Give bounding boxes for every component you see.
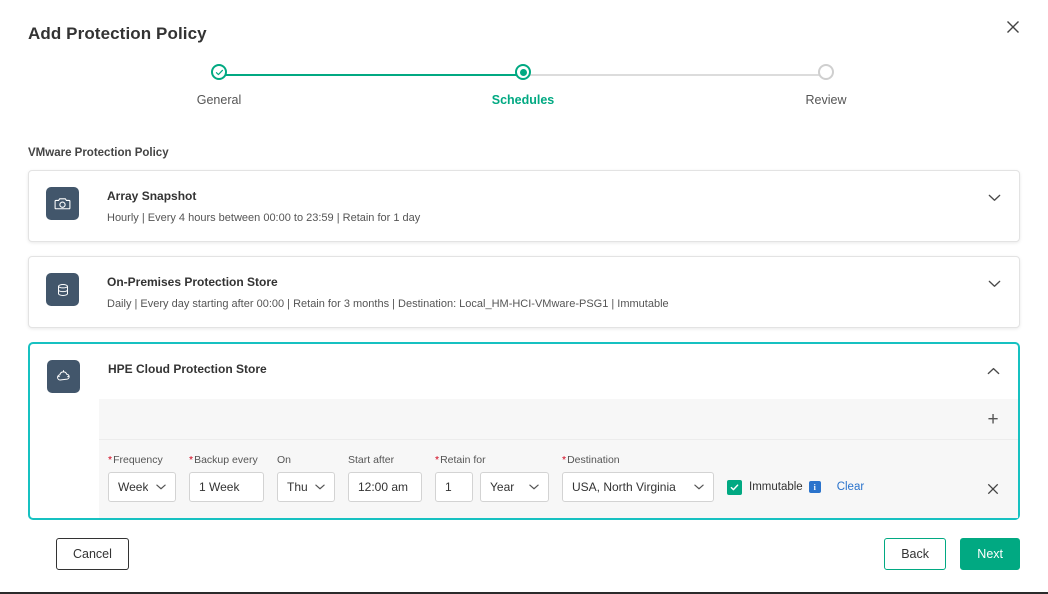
database-icon xyxy=(46,273,79,306)
frequency-select[interactable]: Weekly xyxy=(108,472,176,502)
field-label-retain-for: *Retain for xyxy=(435,454,486,466)
field-label-backup-every: *Backup every xyxy=(189,454,258,466)
card-header[interactable]: Array Snapshot Hourly | Every 4 hours be… xyxy=(29,171,1019,241)
field-destination: *Destination USA, North Virginia xyxy=(562,454,714,502)
cloud-icon xyxy=(47,360,80,393)
destination-value: USA, North Virginia xyxy=(572,480,676,494)
stepper-label-review: Review xyxy=(805,93,847,107)
card-summary: Hourly | Every 4 hours between 00:00 to … xyxy=(107,212,421,224)
camera-icon xyxy=(46,187,79,220)
field-label-start-after: Start after xyxy=(348,454,422,466)
label-text: On xyxy=(277,454,292,466)
on-day-select[interactable]: Thu xyxy=(277,472,335,502)
dialog-footer: Cancel Back Next xyxy=(0,538,1048,570)
immutable-label: Immutable xyxy=(749,481,803,493)
schedule-form-panel: + *Frequency Weekly *Backup every xyxy=(99,399,1018,518)
backup-every-value: 1 Week xyxy=(199,480,240,494)
immutable-checkbox[interactable] xyxy=(727,479,742,495)
filled-dot-icon[interactable] xyxy=(515,64,531,80)
field-label-frequency: *Frequency xyxy=(108,454,163,466)
immutable-group: Immutable i Clear xyxy=(727,472,864,502)
retain-unit-select[interactable]: Year xyxy=(480,472,549,502)
chevron-down-icon[interactable] xyxy=(983,189,1005,207)
retain-for-group: 1 Year xyxy=(435,472,549,502)
card-title: On-Premises Protection Store xyxy=(107,275,278,289)
card-title: Array Snapshot xyxy=(107,189,197,203)
field-frequency: *Frequency Weekly xyxy=(108,454,176,502)
field-retain-for: *Retain for 1 Year xyxy=(435,454,549,502)
label-text: Retain for xyxy=(440,454,486,466)
schedule-form-toolbar: + xyxy=(99,399,1018,440)
clear-link[interactable]: Clear xyxy=(837,481,864,493)
next-button[interactable]: Next xyxy=(960,538,1020,570)
label-text: Start after xyxy=(348,454,395,466)
chevron-down-icon xyxy=(529,484,539,490)
empty-dot-icon[interactable] xyxy=(818,64,834,80)
card-text: HPE Cloud Protection Store xyxy=(108,360,267,377)
frequency-value: Weekly xyxy=(118,480,148,494)
card-header[interactable]: HPE Cloud Protection Store xyxy=(30,344,1018,399)
schedule-card-array-snapshot[interactable]: Array Snapshot Hourly | Every 4 hours be… xyxy=(28,170,1020,242)
chevron-down-icon[interactable] xyxy=(983,275,1005,293)
label-text: Backup every xyxy=(194,454,258,466)
card-summary: Daily | Every day starting after 00:00 |… xyxy=(107,298,669,310)
stepper-step-general[interactable]: General xyxy=(159,62,279,107)
field-label-destination: *Destination xyxy=(562,454,620,466)
stepper-step-review[interactable]: Review xyxy=(766,62,886,107)
info-icon[interactable]: i xyxy=(808,481,821,493)
field-start-after: Start after 12:00 am xyxy=(348,454,422,502)
section-title: VMware Protection Policy xyxy=(28,147,169,159)
add-schedule-button[interactable]: + xyxy=(982,408,1004,430)
chevron-down-icon xyxy=(315,484,325,490)
chevron-down-icon xyxy=(156,484,166,490)
card-title: HPE Cloud Protection Store xyxy=(108,362,267,376)
schedule-row: *Frequency Weekly *Backup every 1 Week xyxy=(99,440,1018,518)
check-icon[interactable] xyxy=(211,64,227,80)
close-icon[interactable] xyxy=(1000,14,1026,40)
start-after-input[interactable]: 12:00 am xyxy=(348,472,422,502)
retain-unit-value: Year xyxy=(490,480,515,494)
card-text: Array Snapshot Hourly | Every 4 hours be… xyxy=(107,187,420,225)
backup-every-input[interactable]: 1 Week xyxy=(189,472,264,502)
retain-for-value: 1 xyxy=(445,480,452,494)
field-label-on: On xyxy=(277,454,335,466)
page-title: Add Protection Policy xyxy=(28,24,207,43)
label-text: Destination xyxy=(567,454,620,466)
card-header[interactable]: On-Premises Protection Store Daily | Eve… xyxy=(29,257,1019,327)
retain-for-input[interactable]: 1 xyxy=(435,472,473,502)
chevron-down-icon xyxy=(694,484,704,490)
schedule-card-on-premises-protection-store[interactable]: On-Premises Protection Store Daily | Eve… xyxy=(28,256,1020,328)
label-text: Frequency xyxy=(113,454,163,466)
card-text: On-Premises Protection Store Daily | Eve… xyxy=(107,273,669,311)
remove-schedule-row-icon[interactable] xyxy=(984,480,1002,498)
field-backup-every: *Backup every 1 Week xyxy=(189,454,264,502)
back-button[interactable]: Back xyxy=(884,538,946,570)
stepper-label-schedules: Schedules xyxy=(491,93,555,107)
field-on: On Thu xyxy=(277,454,335,502)
stepper-label-general: General xyxy=(196,93,242,107)
destination-select[interactable]: USA, North Virginia xyxy=(562,472,714,502)
schedule-card-hpe-cloud-protection-store[interactable]: HPE Cloud Protection Store + *Frequency xyxy=(28,342,1020,520)
schedule-card-list: Array Snapshot Hourly | Every 4 hours be… xyxy=(28,170,1020,534)
add-protection-policy-dialog: Add Protection Policy General Schedules … xyxy=(0,0,1048,594)
stepper-step-schedules[interactable]: Schedules xyxy=(463,62,583,107)
on-day-value: Thu xyxy=(287,480,307,494)
start-after-value: 12:00 am xyxy=(358,480,409,494)
chevron-up-icon[interactable] xyxy=(982,362,1004,380)
wizard-stepper: General Schedules Review xyxy=(0,62,1048,112)
cancel-button[interactable]: Cancel xyxy=(56,538,129,570)
